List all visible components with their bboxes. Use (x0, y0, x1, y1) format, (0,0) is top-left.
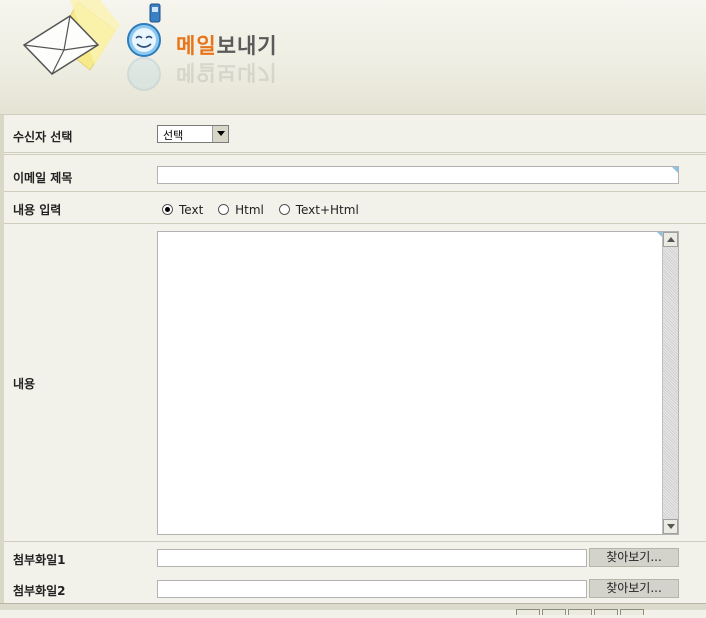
recipient-label: 수신자 선택 (13, 130, 73, 144)
bottom-tab[interactable] (620, 609, 644, 615)
header-banner: 메일보내기 메일보내기 (0, 0, 706, 115)
attachment1-label: 첨부화일1 (13, 553, 66, 567)
radio-text-html[interactable] (278, 204, 290, 215)
radio-html-label[interactable]: Html (235, 203, 264, 217)
content-type-row: 내용 입력 Text Html Text+Html (4, 192, 706, 224)
scroll-down-icon[interactable] (663, 519, 678, 534)
radio-text-html-label[interactable]: Text+Html (296, 203, 359, 217)
radio-html[interactable] (218, 204, 230, 215)
bottom-tab[interactable] (568, 609, 592, 615)
radio-text-label[interactable]: Text (179, 203, 203, 217)
attachment2-input[interactable] (157, 580, 587, 598)
content-label: 내용 (13, 377, 36, 391)
title-reflection-rest: 보내기 (216, 60, 278, 84)
attachment1-browse-button[interactable]: 찾아보기... (589, 548, 679, 567)
title-reflection-accent: 메일 (176, 60, 217, 84)
title-rest: 보내기 (216, 34, 278, 58)
content-scrollbar[interactable] (662, 232, 678, 534)
recipient-row: 수신자 선택 선택 (4, 115, 706, 155)
content-type-label: 내용 입력 (13, 203, 62, 217)
content-row: 내용 (4, 224, 706, 542)
scroll-up-icon[interactable] (663, 232, 678, 247)
subject-input[interactable] (157, 166, 679, 184)
attachment1-input[interactable] (157, 549, 587, 567)
resize-corner-icon (672, 167, 678, 173)
bottom-tab-strip (516, 604, 646, 618)
title-reflection: 메일보내기 (176, 58, 278, 88)
attachment1-row: 첨부화일1 찾아보기... (4, 542, 706, 572)
attachment2-browse-button[interactable]: 찾아보기... (589, 579, 679, 598)
radio-text[interactable] (162, 204, 173, 215)
bottom-tab[interactable] (516, 609, 540, 615)
attachment2-row: 첨부화일2 찾아보기... (4, 573, 706, 603)
chevron-down-icon[interactable] (212, 126, 228, 142)
recipient-select-value: 선택 (163, 129, 184, 142)
bottom-tab[interactable] (594, 609, 618, 615)
page-title: 메일보내기 (176, 30, 278, 60)
subject-label: 이메일 제목 (13, 171, 73, 185)
title-accent: 메일 (176, 34, 217, 58)
mascot-icon (127, 3, 161, 91)
recipient-select[interactable]: 선택 (157, 125, 229, 143)
content-textarea[interactable] (157, 231, 679, 535)
bottom-tab[interactable] (542, 609, 566, 615)
content-type-radio-group: Text Html Text+Html (162, 203, 370, 217)
attachment2-label: 첨부화일2 (13, 584, 66, 598)
subject-row: 이메일 제목 (4, 159, 706, 192)
